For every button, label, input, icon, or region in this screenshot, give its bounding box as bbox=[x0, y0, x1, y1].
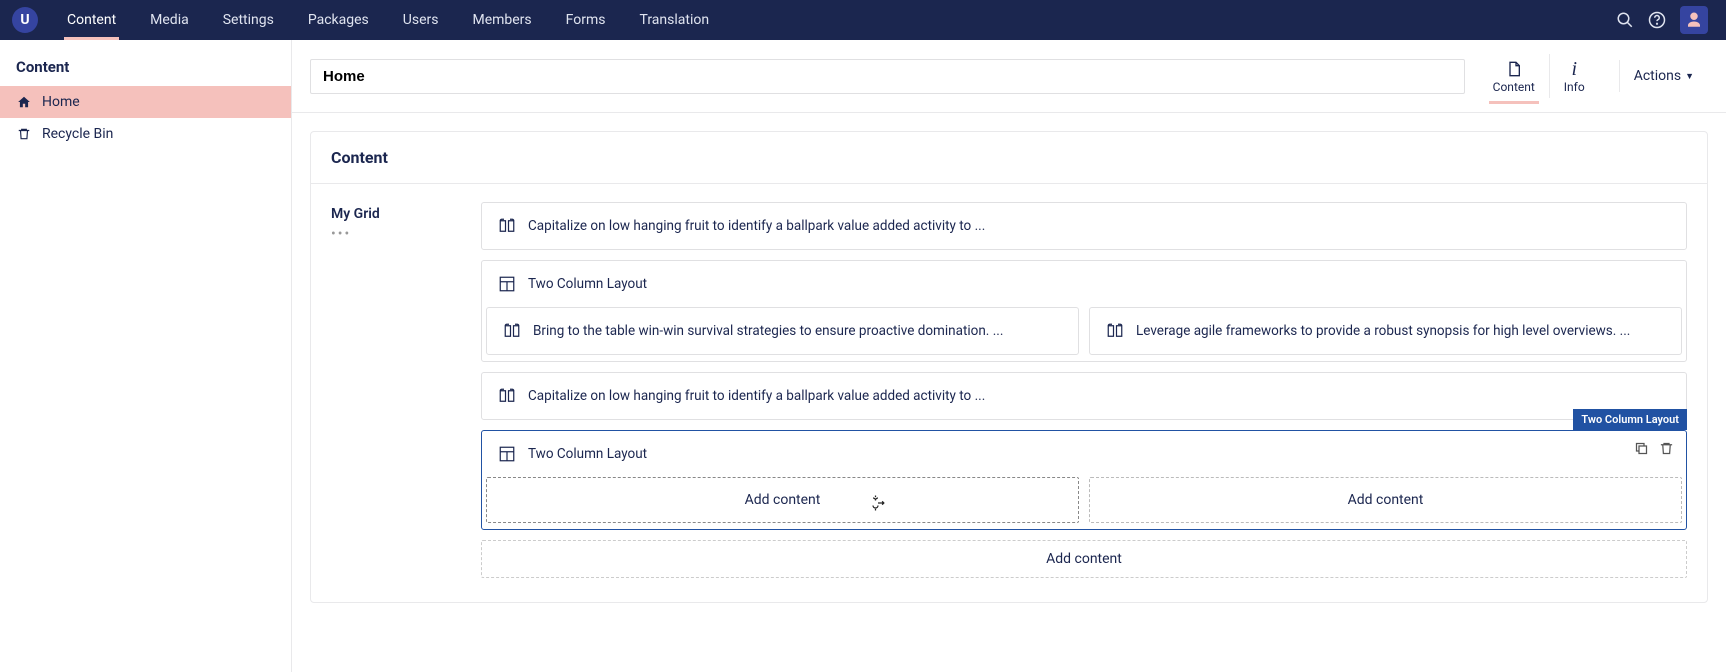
top-nav: U Content Media Settings Packages Users … bbox=[0, 0, 1726, 40]
block-header: Two Column Layout bbox=[528, 446, 647, 462]
nav-tab-forms[interactable]: Forms bbox=[549, 0, 623, 40]
nav-tab-settings[interactable]: Settings bbox=[206, 0, 291, 40]
property-label-wrap: My Grid ••• bbox=[331, 202, 461, 578]
copy-icon[interactable] bbox=[1634, 441, 1649, 456]
richtext-icon bbox=[498, 387, 516, 405]
block-two-column[interactable]: Two Column Layout Bring to the table win… bbox=[481, 260, 1687, 362]
nav-tab-packages[interactable]: Packages bbox=[291, 0, 386, 40]
add-content-full[interactable]: Add content bbox=[481, 540, 1687, 578]
actions-label: Actions bbox=[1634, 68, 1681, 84]
tree-item-label: Home bbox=[42, 94, 80, 110]
nav-tab-users[interactable]: Users bbox=[386, 0, 456, 40]
nav-tab-translation[interactable]: Translation bbox=[622, 0, 726, 40]
content-panel: Content My Grid ••• Capitalize on low ha… bbox=[310, 131, 1708, 603]
main-area: Content i Info Actions ▼ Content My Grid… bbox=[292, 40, 1726, 672]
delete-icon[interactable] bbox=[1659, 441, 1674, 456]
chevron-down-icon: ▼ bbox=[1685, 71, 1694, 82]
nav-tab-content[interactable]: Content bbox=[50, 0, 133, 40]
property-menu-icon[interactable]: ••• bbox=[331, 226, 461, 242]
editor-header: Content i Info Actions ▼ bbox=[292, 40, 1726, 113]
block-header: Two Column Layout bbox=[528, 276, 647, 292]
node-name-input[interactable] bbox=[310, 59, 1465, 94]
top-nav-tabs: Content Media Settings Packages Users Me… bbox=[50, 0, 726, 40]
nav-tab-members[interactable]: Members bbox=[455, 0, 548, 40]
layout-icon bbox=[498, 445, 516, 463]
home-icon bbox=[16, 95, 32, 109]
block-richtext[interactable]: Leverage agile frameworks to provide a r… bbox=[1089, 307, 1682, 355]
tree-item-label: Recycle Bin bbox=[42, 126, 113, 142]
app-tab-label: Info bbox=[1564, 80, 1585, 94]
tree-item-home[interactable]: Home bbox=[0, 86, 291, 118]
block-richtext[interactable]: Bring to the table win-win survival stra… bbox=[486, 307, 1079, 355]
add-content-slot-right[interactable]: Add content bbox=[1089, 477, 1682, 523]
layout-icon bbox=[498, 275, 516, 293]
block-two-column-selected[interactable]: Two Column Layout bbox=[481, 430, 1687, 530]
app-tab-content[interactable]: Content bbox=[1479, 54, 1549, 98]
panel-title: Content bbox=[311, 132, 1707, 184]
info-icon: i bbox=[1571, 58, 1577, 80]
trash-icon bbox=[16, 127, 32, 141]
sidebar-header: Content bbox=[0, 40, 291, 86]
add-content-slot-left[interactable]: Add content bbox=[486, 477, 1079, 523]
richtext-icon bbox=[1106, 322, 1124, 340]
document-icon bbox=[1506, 58, 1522, 80]
search-icon[interactable] bbox=[1616, 11, 1634, 29]
help-icon[interactable] bbox=[1648, 11, 1666, 29]
actions-button[interactable]: Actions ▼ bbox=[1619, 60, 1708, 92]
block-grid: Capitalize on low hanging fruit to ident… bbox=[481, 202, 1687, 578]
tree-item-recycle-bin[interactable]: Recycle Bin bbox=[0, 118, 291, 150]
selection-badge: Two Column Layout bbox=[1573, 409, 1687, 430]
block-text: Capitalize on low hanging fruit to ident… bbox=[528, 218, 985, 234]
app-tab-info[interactable]: i Info bbox=[1549, 54, 1599, 98]
property-label: My Grid bbox=[331, 202, 461, 222]
block-richtext[interactable]: Capitalize on low hanging fruit to ident… bbox=[481, 372, 1687, 420]
tree-sidebar: Content Home Recycle Bin bbox=[0, 40, 292, 672]
richtext-icon bbox=[503, 322, 521, 340]
user-avatar[interactable] bbox=[1680, 6, 1708, 34]
nav-tab-media[interactable]: Media bbox=[133, 0, 206, 40]
block-text: Capitalize on low hanging fruit to ident… bbox=[528, 388, 985, 404]
app-tabs: Content i Info bbox=[1479, 54, 1599, 98]
app-tab-label: Content bbox=[1493, 80, 1535, 94]
app-logo[interactable]: U bbox=[12, 7, 38, 33]
block-richtext[interactable]: Capitalize on low hanging fruit to ident… bbox=[481, 202, 1687, 250]
richtext-icon bbox=[498, 217, 516, 235]
block-text: Bring to the table win-win survival stra… bbox=[533, 323, 1003, 339]
block-text: Leverage agile frameworks to provide a r… bbox=[1136, 323, 1630, 339]
